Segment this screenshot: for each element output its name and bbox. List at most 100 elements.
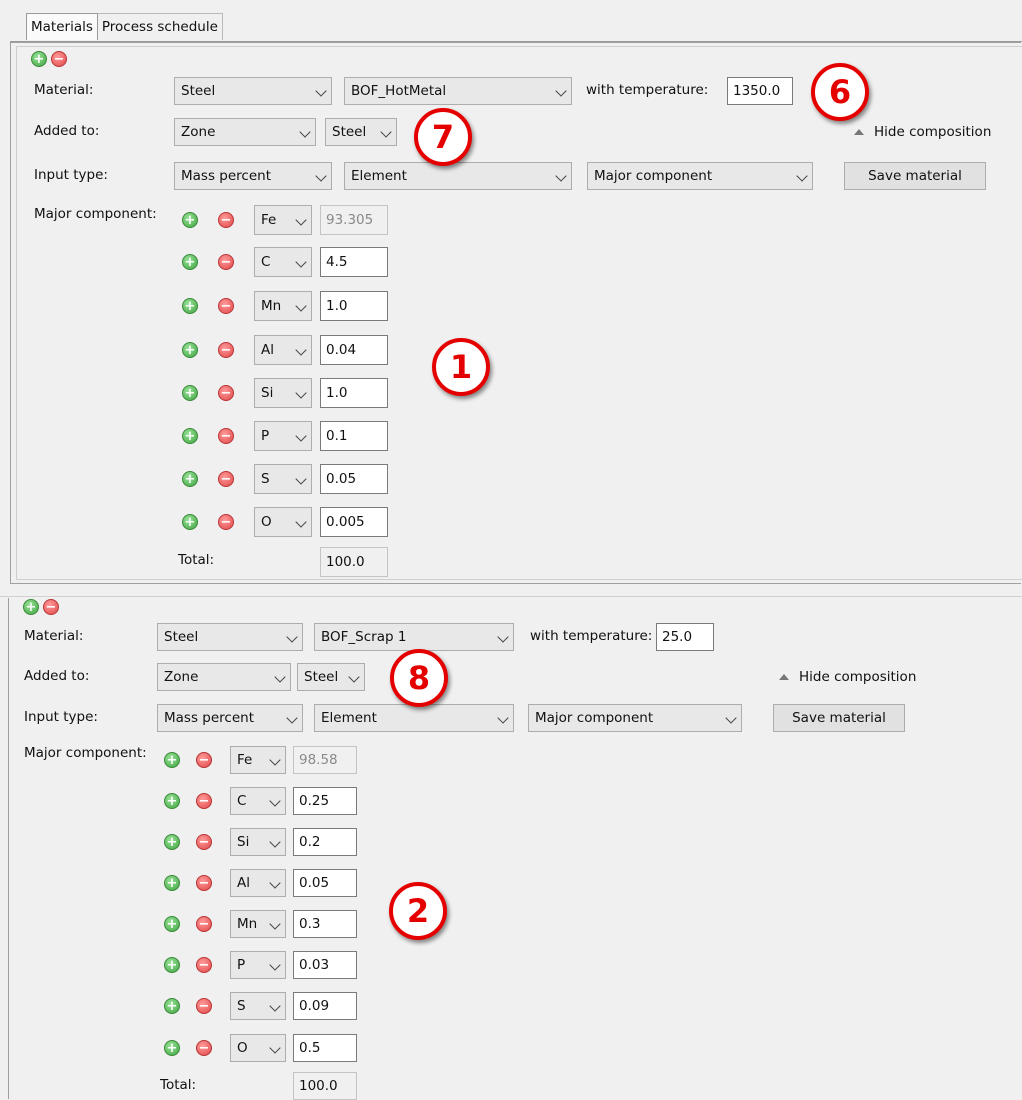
material-1-component-element-select[interactable]: Fe <box>254 205 312 235</box>
material-1-component-element-select[interactable]: Si <box>254 378 312 408</box>
material-2-category-select[interactable]: Steel <box>157 623 303 651</box>
material-1-total-value: 100.0 <box>320 547 388 577</box>
material-2-remove-material-icon[interactable]: − <box>43 599 59 615</box>
material-1-component-add-icon[interactable]: + <box>182 342 198 358</box>
material-1-component-add-icon[interactable]: + <box>182 514 198 530</box>
material-1-component-element-select[interactable]: S <box>254 464 312 494</box>
material-1-add-material-icon[interactable]: + <box>31 51 47 67</box>
material-1-component-add-icon[interactable]: + <box>182 471 198 487</box>
material-2-component-element-select[interactable]: Fe <box>230 746 286 774</box>
callout-marker: 7 <box>414 108 472 166</box>
material-1-remove-material-icon[interactable]: − <box>51 51 67 67</box>
material-2-zone-select[interactable]: Zone <box>157 663 291 691</box>
material-1-zone-select[interactable]: Zone <box>174 118 316 146</box>
material-1-target-select[interactable]: Steel <box>325 118 397 146</box>
chevron-down-icon <box>555 85 567 97</box>
material-1-name-select[interactable]: BOF_HotMetal <box>344 77 572 105</box>
material-2-component-value-input[interactable]: 0.2 <box>293 828 357 856</box>
material-2-component-add-icon[interactable]: + <box>164 1040 180 1056</box>
material-1-component-element-select[interactable]: Mn <box>254 291 312 321</box>
chevron-down-icon <box>295 300 307 312</box>
material-2-add-material-icon[interactable]: + <box>23 599 39 615</box>
material-2-component-add-icon[interactable]: + <box>164 957 180 973</box>
material-1-component-remove-icon[interactable]: − <box>218 212 234 228</box>
material-2-component-value-input[interactable]: 0.05 <box>293 869 357 897</box>
material-1-component-value-input[interactable]: 1.0 <box>320 378 388 408</box>
material-2-component-value-input[interactable]: 0.3 <box>293 910 357 938</box>
material-2-input-type-select[interactable]: Mass percent <box>157 704 303 732</box>
material-2-target-select[interactable]: Steel <box>297 663 365 691</box>
material-1-component-value-input[interactable]: 0.04 <box>320 335 388 365</box>
material-2-component-value-input[interactable]: 0.09 <box>293 992 357 1020</box>
material-2-total-label: Total: <box>160 1077 197 1093</box>
material-1-component-remove-icon[interactable]: − <box>218 298 234 314</box>
material-2-component-remove-icon[interactable]: − <box>196 875 212 891</box>
material-2-component-value-input[interactable]: 0.5 <box>293 1034 357 1062</box>
material-2-name-select[interactable]: BOF_Scrap 1 <box>314 623 514 651</box>
material-1-category-select[interactable]: Steel <box>174 77 332 105</box>
material-2-hide-composition-toggle[interactable]: Hide composition <box>779 669 916 685</box>
material-2-save-material-button[interactable]: Save material <box>773 704 905 732</box>
material-2-component-remove-icon[interactable]: − <box>196 752 212 768</box>
chevron-down-icon <box>286 631 298 643</box>
material-1-component-add-icon[interactable]: + <box>182 298 198 314</box>
material-1-hide-composition-toggle[interactable]: Hide composition <box>854 124 991 140</box>
chevron-down-icon <box>725 712 737 724</box>
material-1-component-add-icon[interactable]: + <box>182 212 198 228</box>
material-2-component-element-select[interactable]: C <box>230 787 286 815</box>
material-1-element-type-select[interactable]: Element <box>344 162 572 190</box>
material-1-temperature-input[interactable]: 1350.0 <box>727 77 793 105</box>
material-2-component-remove-icon[interactable]: − <box>196 998 212 1014</box>
material-2-component-add-icon[interactable]: + <box>164 875 180 891</box>
material-1-component-type-select[interactable]: Major component <box>587 162 813 190</box>
material-1-component-remove-icon[interactable]: − <box>218 428 234 444</box>
material-1-component-value-input[interactable]: 1.0 <box>320 291 388 321</box>
material-1-component-value-input[interactable]: 0.05 <box>320 464 388 494</box>
material-2-component-element-select[interactable]: Si <box>230 828 286 856</box>
material-2-component-remove-icon[interactable]: − <box>196 834 212 850</box>
material-1-component-element-select[interactable]: Al <box>254 335 312 365</box>
material-1-component-element-select-value: O <box>261 514 272 530</box>
material-1-component-remove-icon[interactable]: − <box>218 342 234 358</box>
material-1-component-add-icon[interactable]: + <box>182 254 198 270</box>
material-2-component-add-icon[interactable]: + <box>164 998 180 1014</box>
material-1-component-remove-icon[interactable]: − <box>218 514 234 530</box>
material-2-component-element-select[interactable]: S <box>230 992 286 1020</box>
material-2-component-add-icon[interactable]: + <box>164 834 180 850</box>
material-2-component-value-input[interactable]: 0.25 <box>293 787 357 815</box>
material-2-component-add-icon[interactable]: + <box>164 793 180 809</box>
material-2-component-remove-icon[interactable]: − <box>196 916 212 932</box>
material-1-component-remove-icon[interactable]: − <box>218 385 234 401</box>
material-1-component-remove-icon[interactable]: − <box>218 471 234 487</box>
material-2-component-element-select[interactable]: Mn <box>230 910 286 938</box>
material-2-component-remove-icon[interactable]: − <box>196 793 212 809</box>
material-1-component-element-select[interactable]: P <box>254 421 312 451</box>
material-2-component-element-select-value: Si <box>237 834 250 850</box>
material-2-component-add-icon[interactable]: + <box>164 916 180 932</box>
material-2-temperature-input[interactable]: 25.0 <box>656 623 714 651</box>
material-2-component-element-select[interactable]: P <box>230 951 286 979</box>
material-2-component-add-icon[interactable]: + <box>164 752 180 768</box>
material-1-save-material-button[interactable]: Save material <box>844 162 986 190</box>
material-1-input-type-select[interactable]: Mass percent <box>174 162 332 190</box>
tab-materials[interactable]: Materials <box>26 13 98 40</box>
material-1-component-element-select[interactable]: C <box>254 247 312 277</box>
material-2-component-remove-icon[interactable]: − <box>196 957 212 973</box>
material-2-target-select-value: Steel <box>304 669 339 685</box>
material-1-component-add-icon[interactable]: + <box>182 428 198 444</box>
material-1-component-value-input[interactable]: 4.5 <box>320 247 388 277</box>
material-2-component-element-select[interactable]: Al <box>230 869 286 897</box>
material-2-major-component-label: Major component: <box>24 745 147 761</box>
material-1-component-value-input[interactable]: 0.1 <box>320 421 388 451</box>
material-1-component-value-input[interactable]: 0.005 <box>320 507 388 537</box>
material-2-element-type-select[interactable]: Element <box>314 704 514 732</box>
material-2-component-element-select[interactable]: O <box>230 1034 286 1062</box>
material-2-component-type-select[interactable]: Major component <box>528 704 742 732</box>
material-2-component-remove-icon[interactable]: − <box>196 1040 212 1056</box>
material-1-component-element-select[interactable]: O <box>254 507 312 537</box>
chevron-down-icon <box>796 170 808 182</box>
material-1-component-remove-icon[interactable]: − <box>218 254 234 270</box>
material-1-component-add-icon[interactable]: + <box>182 385 198 401</box>
material-2-component-value-input[interactable]: 0.03 <box>293 951 357 979</box>
tab-process-schedule[interactable]: Process schedule <box>97 13 223 40</box>
